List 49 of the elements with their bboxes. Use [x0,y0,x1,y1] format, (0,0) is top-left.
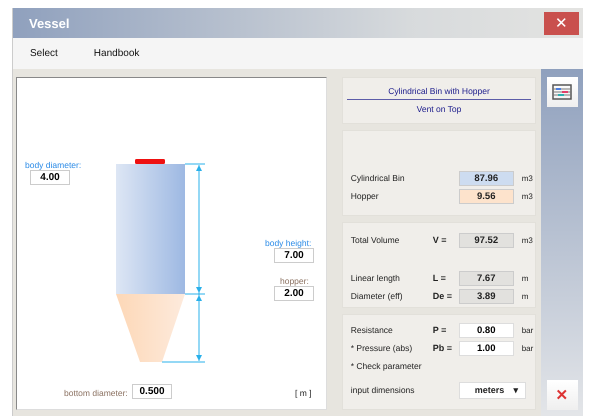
menu-item[interactable]: Handbook [94,48,140,59]
symbol-label: V = [432,235,448,245]
input-field[interactable]: 1.00 [458,340,514,356]
value-field: 7.67 [458,270,514,286]
input-field[interactable]: 2.00 [274,286,314,301]
abacus-icon [552,84,572,100]
row-label: input dimensions [350,385,416,395]
shape-subtitle: Vent on Top [416,103,462,114]
input-field[interactable]: 0.500 [132,384,172,399]
unit-label: m3 [522,174,533,182]
field-label: bottom diameter: [64,388,128,398]
hopper-cone [116,294,185,362]
field-label: body height: [265,238,312,248]
close-button[interactable]: ✕ [546,380,578,410]
vent-icon [135,159,165,164]
abacus-button[interactable] [546,77,578,107]
row-label: Hopper [350,191,380,201]
unit-label: m [522,274,528,282]
close-button[interactable]: ✕ [544,12,579,34]
unit-label: bar [522,344,534,352]
symbol-label: De = [432,291,453,301]
value-field: 9.56 [458,188,514,204]
symbol-label: P = [432,325,448,335]
note-text: * Check parameter [350,361,422,371]
value-field: 97.52 [458,232,514,248]
field-label: body diameter: [25,160,82,170]
row-label: Diameter (eff) [350,291,404,301]
shape-title: Cylindrical Bin with Hopper [346,78,532,100]
units-dropdown[interactable]: meters ▾ [458,382,526,398]
symbol-label: L = [432,273,447,283]
row-label: Linear length [350,273,401,283]
value-field: 3.89 [458,288,514,304]
unit-label: m [522,292,528,300]
unit-label: bar [522,326,534,334]
value-field: 87.96 [458,170,514,186]
row-label: Total Volume [350,235,400,245]
unit-label: m3 [522,192,533,200]
unit-label: [ m ] [295,388,312,398]
row-label: * Pressure (abs) [350,343,414,353]
window-title: Vessel [29,16,70,30]
symbol-label: Pb = [432,343,453,353]
input-field[interactable]: 7.00 [274,248,314,263]
input-field[interactable]: 0.80 [458,322,514,338]
field-label: hopper: [280,276,309,286]
row-label: Cylindrical Bin [350,173,406,183]
unit-label: m3 [522,236,533,244]
row-label: Resistance [350,325,394,335]
input-field[interactable]: 4.00 [30,170,70,185]
menu-item[interactable]: Select [30,48,58,59]
